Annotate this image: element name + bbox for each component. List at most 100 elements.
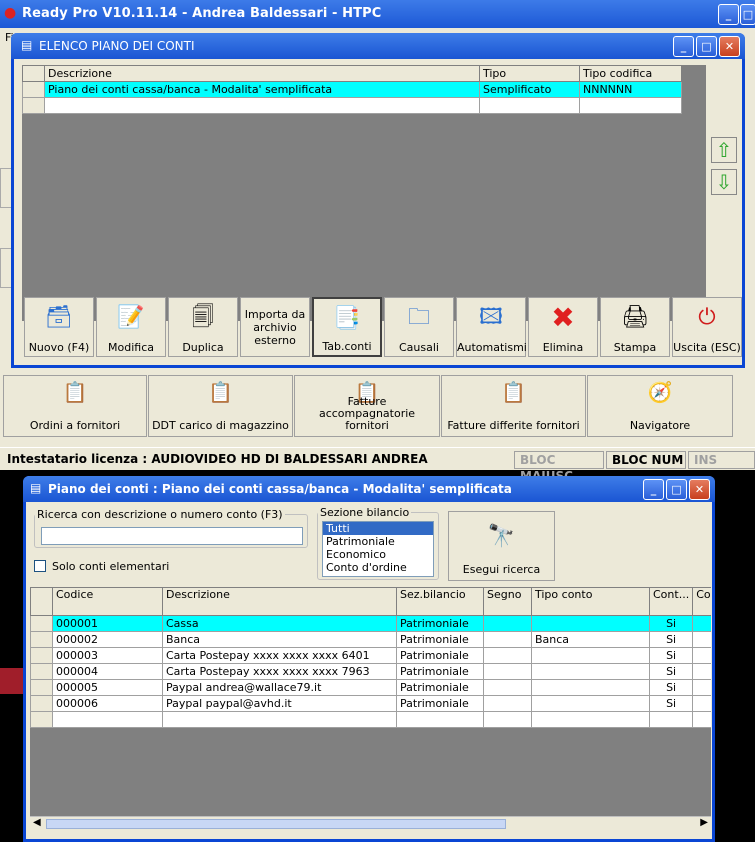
column-header[interactable]: Descrizione <box>162 587 397 616</box>
table-row-empty[interactable] <box>22 97 682 114</box>
plan-list-window: ▤ ELENCO PIANO DEI CONTI _ □ ✕ Descrizio… <box>11 33 745 368</box>
scroll-right-icon[interactable]: ▶ <box>700 817 708 828</box>
exit-icon: ⏻ <box>698 305 716 330</box>
accounts-titlebar: ▤ Piano dei conti : Piano dei conti cass… <box>23 476 715 502</box>
plan-list-title: ELENCO PIANO DEI CONTI <box>39 39 195 53</box>
row-indicator <box>22 97 45 114</box>
table-icon: 🖾 <box>479 305 503 330</box>
close-button[interactable]: ✕ <box>719 36 740 57</box>
tree-icon: 📑 <box>333 306 361 331</box>
scroll-left-icon[interactable]: ◀ <box>33 817 41 828</box>
strawberry-app-icon: ● <box>4 5 17 21</box>
accounts-window: ▤ Piano dei conti : Piano dei conti cass… <box>23 476 715 842</box>
esegui-ricerca-button[interactable]: 🔭 Esegui ricerca <box>448 511 555 581</box>
column-header[interactable]: Descrizione <box>44 65 480 82</box>
solo-conti-elementari-checkbox[interactable] <box>34 560 46 572</box>
causali-button[interactable]: 🗀 Causali <box>384 297 454 357</box>
search-group: Ricerca con descrizione o numero conto (… <box>34 508 308 548</box>
scrollbar-thumb[interactable] <box>46 819 506 829</box>
accounts-grid: Codice Descrizione Sez.bilancio Segno Ti… <box>30 587 711 830</box>
plan-list-titlebar: ▤ ELENCO PIANO DEI CONTI _ □ ✕ <box>11 33 745 59</box>
modifica-button[interactable]: 📝 Modifica <box>96 297 166 357</box>
column-header[interactable]: Segno <box>483 587 532 616</box>
sezione-option[interactable]: Patrimoniale <box>323 535 433 548</box>
background-red-strip <box>0 668 23 694</box>
minimize-button[interactable]: _ <box>673 36 694 57</box>
row-indicator <box>22 81 45 98</box>
sezione-option[interactable]: Conto d'ordine <box>323 561 433 574</box>
solo-conti-elementari-label: Solo conti elementari <box>52 560 170 573</box>
ordini-fornitori-button[interactable]: 📋 Ordini a fornitori <box>3 375 147 437</box>
column-header[interactable]: Cont... <box>648 587 694 616</box>
accounts-title: Piano dei conti : Piano dei conti cassa/… <box>48 482 512 496</box>
license-text: Intestatario licenza : AUDIOVIDEO HD DI … <box>7 452 428 466</box>
sezione-bilancio-group: Sezione bilancio Tutti Patrimoniale Econ… <box>317 506 439 580</box>
close-button[interactable]: ✕ <box>689 479 710 500</box>
new-icon: 🗃 <box>45 305 73 330</box>
table-row[interactable]: 000002 Banca Patrimoniale Banca Si <box>30 631 711 648</box>
fatture-accompagnatorie-button[interactable]: 📋 Fatture accompagnatorie fornitori <box>294 375 440 437</box>
column-header[interactable]: Co <box>692 587 711 616</box>
compass-icon: 🧭 <box>647 380 673 404</box>
app-maximize-button[interactable]: □ <box>740 4 755 25</box>
importa-button[interactable]: Importa da archivio esterno <box>240 297 310 357</box>
delete-icon: ✖ <box>551 301 575 334</box>
column-header[interactable]: Tipo conto <box>531 587 650 616</box>
printer-icon: 🖨 <box>621 305 649 330</box>
status-bar: Intestatario licenza : AUDIOVIDEO HD DI … <box>0 447 755 483</box>
search-input[interactable] <box>41 527 303 545</box>
app-title: Ready Pro V10.11.14 - Andrea Baldessari … <box>22 6 382 21</box>
table-row[interactable]: Piano dei conti cassa/banca - Modalita' … <box>22 81 682 98</box>
nuovo-button[interactable]: 🗃 Nuovo (F4) <box>24 297 94 357</box>
binoculars-icon: 🔭 <box>487 524 516 549</box>
window-icon: 🗀 <box>407 305 431 330</box>
cell-tipo-codifica[interactable]: NNNNNN <box>579 81 682 98</box>
table-row[interactable]: 000006 Paypal paypal@avhd.it Patrimonial… <box>30 695 711 712</box>
column-header[interactable]: Sez.bilancio <box>396 587 484 616</box>
ddt-carico-button[interactable]: 📋 DDT carico di magazzino <box>148 375 293 437</box>
duplica-button[interactable]: 🗐 Duplica <box>168 297 238 357</box>
stampa-button[interactable]: 🖨 Stampa <box>600 297 670 357</box>
caps-lock-indicator: BLOC MAIUSC <box>514 451 604 483</box>
cell-tipo[interactable]: Semplificato <box>479 81 580 98</box>
row-indicator-header <box>22 65 45 82</box>
arrow-down-icon[interactable]: ⇩ <box>711 169 737 195</box>
table-row-empty[interactable] <box>30 711 711 728</box>
sezione-option[interactable]: Economico <box>323 548 433 561</box>
arrow-up-icon[interactable]: ⇧ <box>711 137 737 163</box>
window-icon: ▤ <box>21 38 33 52</box>
app-minimize-button[interactable]: _ <box>718 4 739 25</box>
cell-descrizione[interactable]: Piano dei conti cassa/banca - Modalita' … <box>44 81 480 98</box>
automatismi-button[interactable]: 🖾 Automatismi <box>456 297 527 357</box>
minimize-button[interactable]: _ <box>643 479 664 500</box>
table-row[interactable]: 000004 Carta Postepay xxxx xxxx xxxx 796… <box>30 663 711 680</box>
elimina-button[interactable]: ✖ Elimina <box>528 297 598 357</box>
table-row[interactable]: 000001 Cassa Patrimoniale Si <box>30 615 711 632</box>
num-lock-indicator: BLOC NUM <box>606 451 686 469</box>
column-header[interactable]: Tipo <box>479 65 580 82</box>
uscita-button[interactable]: ⏻ Uscita (ESC) <box>672 297 742 357</box>
tab-conti-button[interactable]: 📑 Tab.conti <box>312 297 382 357</box>
table-row[interactable]: 000003 Carta Postepay xxxx xxxx xxxx 640… <box>30 647 711 664</box>
plan-grid: Descrizione Tipo Tipo codifica Piano dei… <box>22 65 706 321</box>
sezione-option[interactable]: Tutti <box>323 522 433 535</box>
fatture-differite-button[interactable]: 📋 Fatture differite fornitori <box>441 375 586 437</box>
app-titlebar: ● Ready Pro V10.11.14 - Andrea Baldessar… <box>0 0 755 28</box>
sezione-listbox[interactable]: Tutti Patrimoniale Economico Conto d'ord… <box>322 521 434 577</box>
maximize-button[interactable]: □ <box>696 36 717 57</box>
edit-icon: 📝 <box>117 305 145 330</box>
table-row[interactable]: 000005 Paypal andrea@wallace79.it Patrim… <box>30 679 711 696</box>
navigatore-button[interactable]: 🧭 Navigatore <box>587 375 733 437</box>
row-indicator-header <box>30 587 53 616</box>
document-people-icon: 📋 <box>501 380 526 404</box>
document-people-icon: 📋 <box>208 380 233 404</box>
window-icon: ▤ <box>30 481 42 495</box>
horizontal-scrollbar[interactable]: ◀ ▶ <box>30 816 711 830</box>
maximize-button[interactable]: □ <box>666 479 687 500</box>
ins-indicator: INS <box>688 451 755 469</box>
duplicate-icon: 🗐 <box>192 305 214 330</box>
plan-toolbar: 🗃 Nuovo (F4) 📝 Modifica 🗐 Duplica Importa d… <box>22 297 742 359</box>
document-people-icon: 📋 <box>62 380 88 404</box>
column-header[interactable]: Codice <box>52 587 163 616</box>
column-header[interactable]: Tipo codifica <box>579 65 682 82</box>
